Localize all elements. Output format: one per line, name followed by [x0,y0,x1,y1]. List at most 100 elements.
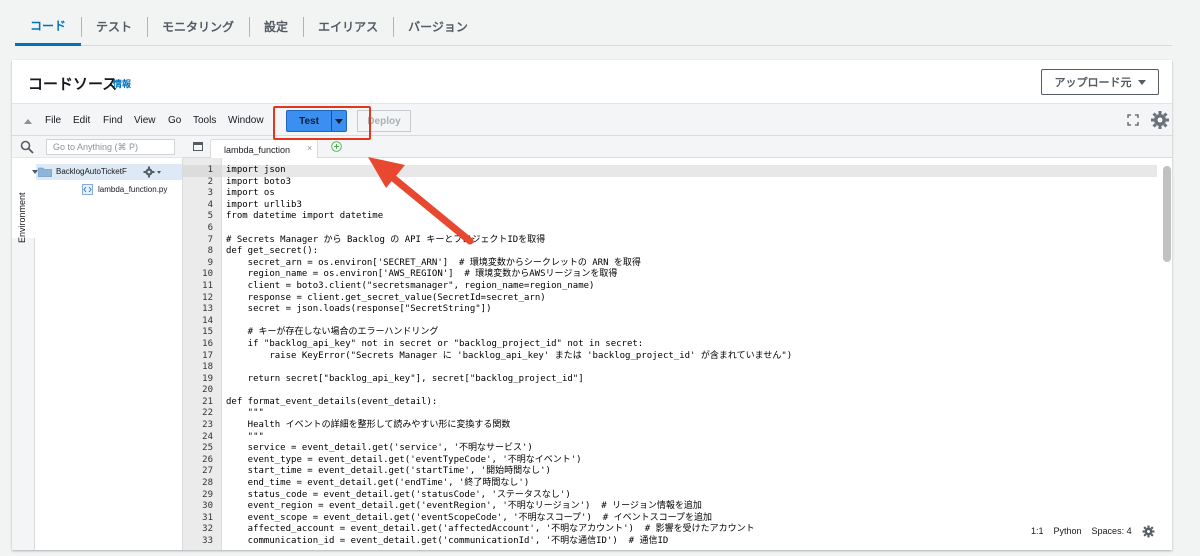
line-number: 27 [202,466,213,477]
menu-tools[interactable]: Tools [193,115,216,126]
code-line: 2 import boto3 [183,177,1153,189]
code-line: 19 return secret["backlog_api_key"], sec… [183,374,1153,386]
folder-row[interactable]: BacklogAutoTicketF [32,164,182,180]
line-number: 22 [202,408,213,419]
editor-status-bar: 1:1 Python Spaces: 4 [1031,522,1155,540]
code-line: 20 [183,385,1153,397]
menu-view[interactable]: View [134,115,156,126]
line-text: raise KeyError("Secrets Manager に 'backl… [226,350,793,361]
indent-setting[interactable]: Spaces: 4 [1092,526,1132,536]
line-text: secret = json.loads(response["SecretStri… [226,304,492,315]
line-number: 19 [202,373,213,384]
code-line: 30 event_region = event_detail.get('even… [183,501,1153,513]
line-number: 5 [207,211,213,222]
folder-gear-icon[interactable] [143,166,155,178]
line-number: 14 [202,315,213,326]
line-text: from datetime import datetime [226,211,384,222]
upload-from-label: アップロード元 [1054,77,1132,89]
tab-versions[interactable]: バージョン [393,8,483,45]
code-line: 21 def format_event_details(event_detail)… [183,397,1153,409]
gear-icon[interactable] [1150,110,1170,130]
add-tab-icon[interactable] [331,141,342,152]
upload-from-button[interactable]: アップロード元 [1041,69,1159,95]
line-number: 7 [207,234,213,245]
search-icon[interactable] [20,140,34,154]
code-line: 24 """ [183,432,1153,444]
line-text: event_region = event_detail.get('eventRe… [226,501,702,512]
fullscreen-icon[interactable] [1127,114,1139,126]
code-line: 18 [183,362,1153,374]
file-explorer: Go to Anything (⌘ P) Environment Backlog… [12,136,183,550]
tab-monitoring[interactable]: モニタリング [147,8,249,45]
line-text: event_scope = event_detail.get('eventSco… [226,512,713,523]
code-line: 25 service = event_detail.get('service',… [183,443,1153,455]
tab-code[interactable]: コード [15,8,82,46]
tab-test[interactable]: テスト [81,8,147,45]
menu-window[interactable]: Window [228,115,264,126]
line-number: 32 [202,524,213,535]
line-number: 33 [202,536,213,546]
line-text: """ [226,408,264,419]
line-text: communication_id = event_detail.get('com… [226,536,669,546]
code-line: 33 communication_id = event_detail.get('… [183,536,1153,548]
lambda-console-page: コード テスト モニタリング 設定 エイリアス バージョン コードソース 情報 … [0,0,1200,556]
menu-find[interactable]: Find [103,115,122,126]
language-mode[interactable]: Python [1054,526,1082,536]
code-line: 28 end_time = event_detail.get('endTime'… [183,478,1153,490]
line-text: secret_arn = os.environ['SECRET_ARN'] # … [226,257,641,268]
environment-tab[interactable]: Environment [12,158,35,550]
info-link[interactable]: 情報 [113,77,131,90]
line-text: return secret["backlog_api_key"], secret… [226,373,584,384]
line-text: import urllib3 [226,199,302,210]
line-number: 9 [207,257,213,268]
code-line: 16 if "backlog_api_key" not in secret or… [183,339,1153,351]
menu-file[interactable]: File [45,115,61,126]
line-number: 8 [207,246,213,257]
line-number: 4 [207,199,213,210]
tab-aliases[interactable]: エイリアス [303,8,393,45]
line-text: Health イベントの詳細を整形して読みやすい形に変換する関数 [226,420,511,431]
editor-tab-label: lambda_function [224,145,291,155]
line-text: end_time = event_detail.get('endTime', '… [226,478,530,489]
line-number: 18 [202,362,213,373]
line-text: event_type = event_detail.get('eventType… [226,454,582,465]
code-line: 11 client = boto3.client("secretsmanager… [183,281,1153,293]
code-line: 9 secret_arn = os.environ['SECRET_ARN'] … [183,258,1153,270]
line-text: # キーが存在しない場合のエラーハンドリング [226,327,439,338]
tab-settings[interactable]: 設定 [249,8,303,45]
editor-tab-lambda-function[interactable]: lambda_function × [210,139,318,159]
cursor-position: 1:1 [1031,526,1044,536]
goto-anything-input[interactable]: Go to Anything (⌘ P) [46,139,175,155]
code-line: 10 region_name = os.environ['AWS_REGION'… [183,269,1153,281]
line-text: def get_secret(): [226,246,319,257]
line-text: def format_event_details(event_detail): [226,396,438,407]
goto-search-bar: Go to Anything (⌘ P) [12,136,183,158]
menu-go[interactable]: Go [168,115,181,126]
tab-list-icon[interactable] [193,142,203,151]
menu-edit[interactable]: Edit [73,115,90,126]
close-icon[interactable]: × [307,143,312,153]
code-editor[interactable]: 1 import json 2 import boto3 3 import os 4 impo… [183,158,1172,550]
line-text: region_name = os.environ['AWS_REGION'] #… [226,269,618,280]
line-text: import boto3 [226,176,292,187]
ide-toolbar: File Edit Find View Go Tools Window Test… [12,103,1172,136]
environment-label: Environment [17,192,27,244]
collapse-arrow-icon[interactable] [24,119,32,124]
code-file-icon [82,184,93,195]
editor-scrollbar-thumb[interactable] [1163,166,1171,262]
code-line: 26 event_type = event_detail.get('eventT… [183,455,1153,467]
status-gear-icon[interactable] [1142,525,1155,538]
function-tabs: コード テスト モニタリング 設定 エイリアス バージョン [15,8,1172,46]
line-number: 20 [202,385,213,396]
code-line: 6 [183,223,1153,235]
line-number: 30 [202,501,213,512]
line-number: 1 [207,165,213,175]
line-text: # Secrets Manager から Backlog の API キーとプロ… [226,234,546,245]
line-number: 17 [202,350,213,361]
line-text: if "backlog_api_key" not in secret or "b… [226,338,644,349]
line-text: service = event_detail.get('service', '不… [226,443,533,454]
folder-menu-caret-icon[interactable] [157,171,161,174]
line-number: 6 [207,222,213,233]
line-text: response = client.get_secret_value(Secre… [226,292,546,303]
line-text: import os [226,188,275,199]
